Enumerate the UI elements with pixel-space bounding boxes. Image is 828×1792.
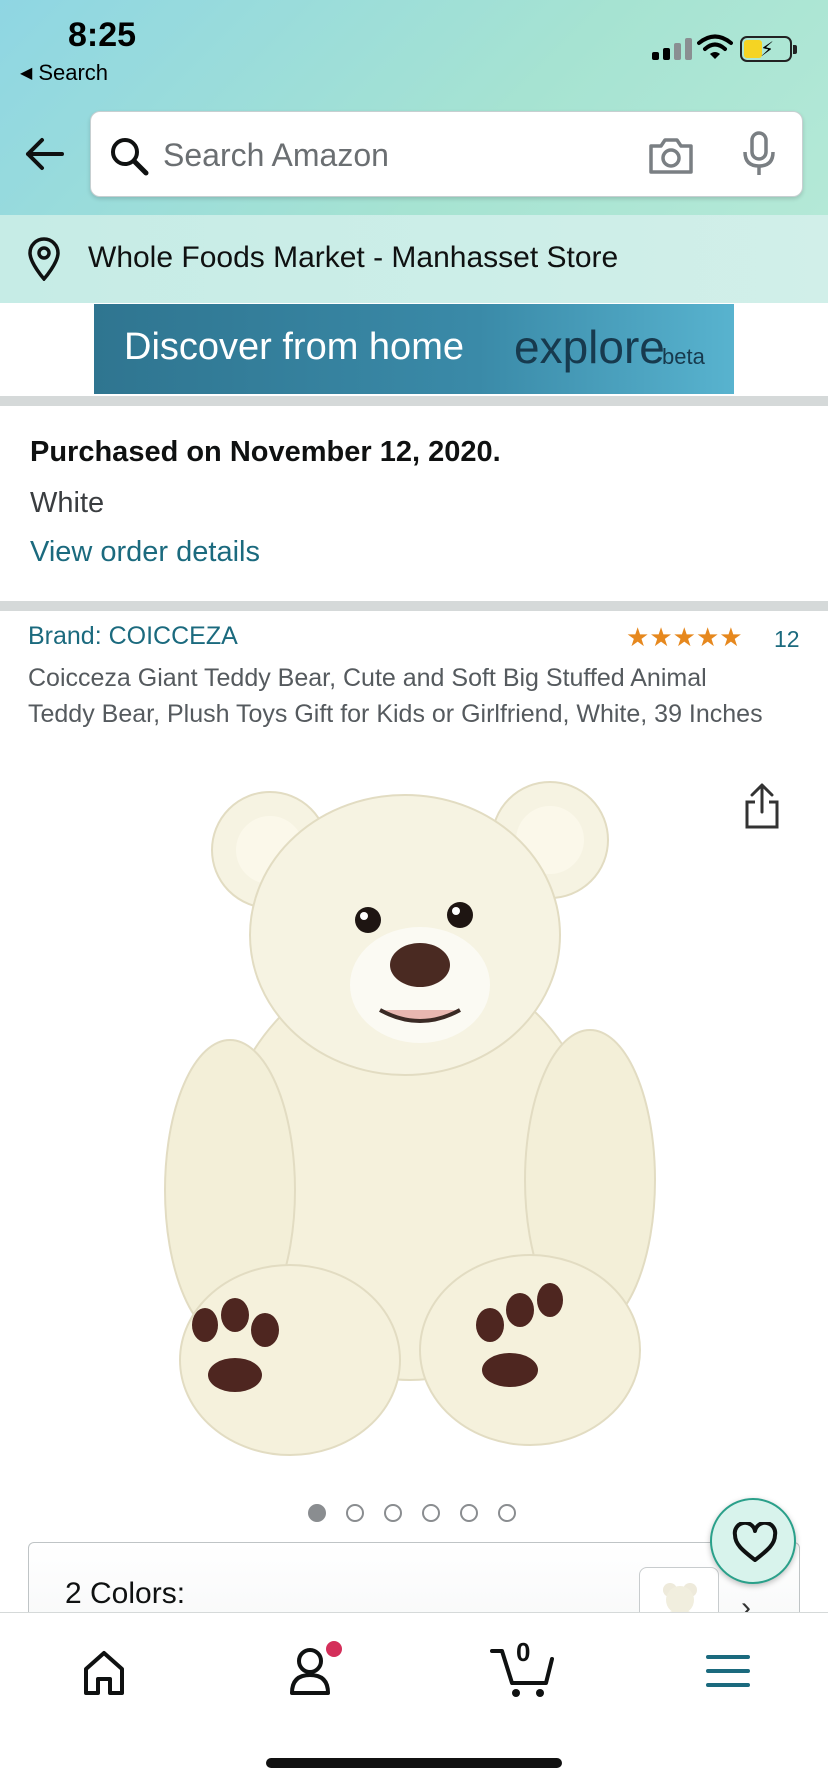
carousel-dot[interactable]	[346, 1504, 364, 1522]
heart-icon	[732, 1522, 778, 1562]
back-to-search-app[interactable]: ◀ Search	[20, 60, 108, 86]
banner-explore-logo: explore	[514, 321, 665, 373]
star-icon: ★	[672, 622, 696, 652]
delivery-location-bar[interactable]: Whole Foods Market - Manhasset Store	[0, 215, 828, 303]
view-order-details-link[interactable]: View order details	[30, 536, 501, 569]
search-input[interactable]	[163, 130, 583, 180]
search-icon	[111, 138, 149, 176]
carousel-dot[interactable]	[460, 1504, 478, 1522]
section-divider	[0, 396, 828, 406]
star-icon: ★	[695, 622, 720, 652]
home-indicator[interactable]	[266, 1758, 562, 1768]
back-app-label: Search	[38, 60, 109, 85]
signal-icon	[652, 36, 692, 60]
purchased-color: White	[30, 487, 105, 519]
notification-dot	[326, 1641, 342, 1657]
triangle-left-icon: ◀	[20, 65, 33, 82]
back-arrow-icon[interactable]	[22, 132, 66, 176]
rating-count[interactable]: 12	[774, 626, 800, 653]
carousel-dot[interactable]	[384, 1504, 402, 1522]
battery-icon: ⚡	[740, 36, 797, 62]
banner-beta-label: beta	[662, 344, 705, 369]
wifi-icon	[697, 34, 733, 59]
purchase-date: Purchased on November 12, 2020.	[30, 436, 501, 468]
product-title: Coicceza Giant Teddy Bear, Cute and Soft…	[28, 664, 763, 728]
brand-link[interactable]: Brand: COICCEZA	[28, 622, 238, 651]
status-time: 8:25	[68, 16, 137, 54]
colors-label: 2 Colors:	[65, 1577, 186, 1610]
share-icon[interactable]	[742, 782, 782, 830]
product-image[interactable]	[160, 770, 670, 1470]
camera-icon[interactable]	[647, 134, 695, 176]
star-icon: ★	[649, 622, 673, 652]
carousel-dot[interactable]	[422, 1504, 440, 1522]
carousel-dot[interactable]	[308, 1504, 326, 1522]
explore-banner[interactable]: Discover from home explore beta	[94, 304, 734, 394]
rating-stars[interactable]: ★ ★ ★ ★ ★	[626, 624, 743, 650]
section-divider	[0, 601, 828, 611]
star-icon: ★	[626, 622, 650, 652]
account-nav-button[interactable]	[280, 1641, 342, 1699]
cart-count: 0	[516, 1637, 531, 1667]
location-pin-icon	[28, 237, 60, 281]
cart-nav-button[interactable]: 0	[488, 1637, 558, 1699]
add-to-wishlist-button[interactable]	[710, 1498, 796, 1584]
home-icon[interactable]	[74, 1643, 134, 1699]
status-bar: 8:25 ◀ Search ⚡	[0, 0, 828, 100]
header-area: 8:25 ◀ Search ⚡ Search Amazon Whole Food…	[0, 0, 828, 303]
microphone-icon[interactable]	[739, 130, 779, 178]
image-carousel-dots[interactable]	[308, 1504, 516, 1522]
banner-discover-text: Discover from home	[124, 326, 464, 368]
menu-icon[interactable]	[698, 1643, 758, 1699]
search-bar[interactable]	[90, 111, 803, 197]
location-text: Whole Foods Market - Manhasset Store	[88, 241, 619, 274]
star-icon: ★	[719, 622, 743, 652]
purchase-info: Purchased on November 12, 2020. White Vi…	[30, 436, 501, 569]
carousel-dot[interactable]	[498, 1504, 516, 1522]
